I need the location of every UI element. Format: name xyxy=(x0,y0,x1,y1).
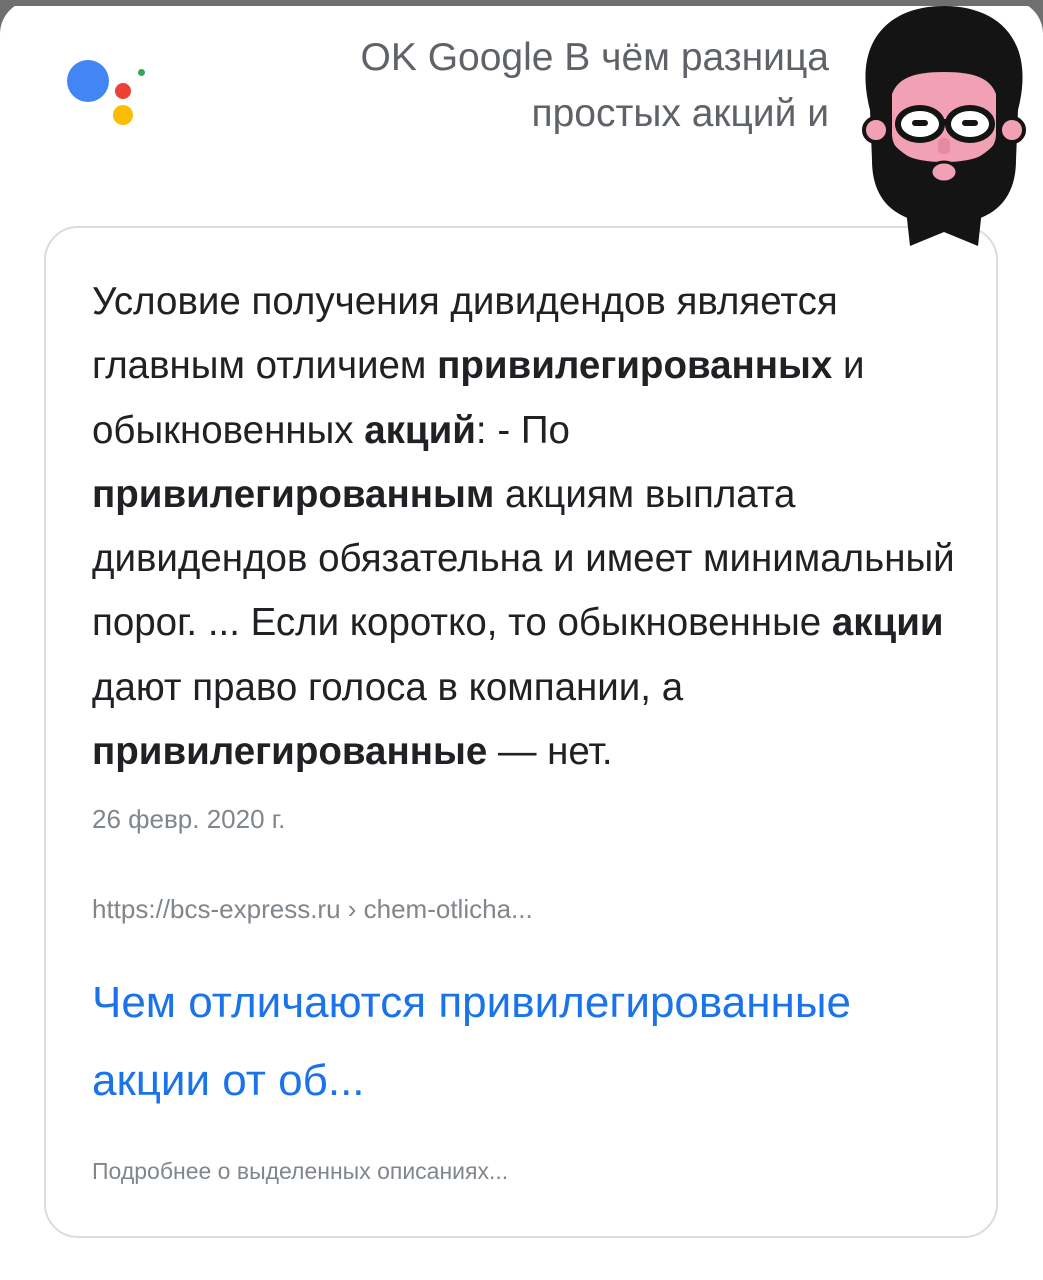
user-query-bubble[interactable]: OK Google В чём разница простых акций и xyxy=(269,30,829,142)
assistant-dot-green xyxy=(138,69,145,76)
user-query-line-1: OK Google В чём разница xyxy=(360,36,829,79)
avatar-eye-right xyxy=(962,120,978,126)
assistant-dot-yellow xyxy=(113,105,133,125)
about-featured-snippets-link[interactable]: Подробнее о выделенных описаниях... xyxy=(92,1158,508,1185)
assistant-dot-blue xyxy=(67,60,109,102)
avatar-eye-left xyxy=(912,120,928,126)
avatar-ear-left xyxy=(862,116,890,144)
result-title-link[interactable]: Чем отличаются привилегированные акции о… xyxy=(92,964,972,1120)
snippet-text: Условие получения дивидендов является гл… xyxy=(92,270,962,784)
snippet-highlight: акций xyxy=(364,408,476,452)
avatar-ear-right xyxy=(998,116,1026,144)
snippet-segment: — нет. xyxy=(487,730,613,774)
snippet-segment: : - По xyxy=(475,408,570,452)
assistant-dot-red xyxy=(115,83,131,99)
user-query-line-2: простых акций и xyxy=(531,92,829,135)
featured-snippet-card: Условие получения дивидендов является гл… xyxy=(44,226,998,1238)
avatar-mouth xyxy=(929,160,959,184)
avatar-nose xyxy=(938,138,950,154)
assistant-sheet: OK Google В чём разница простых акций и … xyxy=(0,0,1043,1280)
snippet-highlight: привилегированным xyxy=(92,472,495,516)
snippet-highlight: привилегированных xyxy=(437,344,833,388)
google-assistant-icon xyxy=(62,52,152,132)
snippet-highlight: привилегированные xyxy=(92,730,488,774)
snippet-segment: дают право голоса в компании, а xyxy=(92,665,684,709)
source-url[interactable]: https://bcs-express.ru › chem-otlicha... xyxy=(92,894,533,925)
user-avatar[interactable] xyxy=(846,0,1043,250)
snippet-highlight: акции xyxy=(831,601,944,645)
snippet-date: 26 февр. 2020 г. xyxy=(92,804,286,834)
